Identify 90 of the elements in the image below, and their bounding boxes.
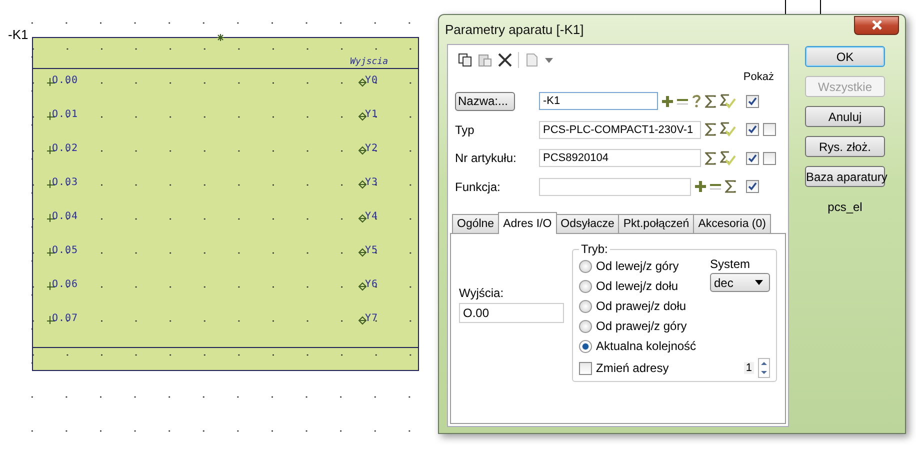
radio-button[interactable] [579,300,592,312]
close-icon [870,20,882,30]
text-field[interactable]: PCS8920104 [539,149,701,168]
radio-label: Od lewej/z góry [596,259,679,273]
delete-icon[interactable] [498,53,512,67]
pin-label: O.03 [52,176,78,188]
group-legend: Tryb: [579,242,610,256]
copy-icon[interactable] [458,53,472,67]
outputs-label: Wyjścia: [459,286,505,300]
text-field[interactable]: PCS-PLC-COMPACT1-230V-1 [539,120,701,139]
window-title: Parametry aparatu [-K1] [445,22,585,37]
radio-label: Aktualna kolejność [596,339,696,353]
pin-label: O.05 [52,244,78,256]
pin-label: Y7 [364,312,378,324]
caret-icon [755,280,763,285]
dialog-button[interactable]: Anuluj [805,106,885,127]
plus-icon[interactable] [695,181,706,192]
device-label: -K1 [8,28,28,41]
checkbox[interactable] [746,152,759,165]
pin-label: O.00 [52,74,78,86]
radio-label: Od prawej/z góry [596,319,687,333]
tab[interactable]: Ogólne [452,214,500,233]
library-label: pcs_el [828,200,862,214]
sum-check-icon[interactable] [720,150,736,166]
name-button[interactable]: Nazwa:... [455,92,515,111]
field-label: Typ [455,122,474,137]
checkbox-label: Zmień adresy [596,361,669,375]
paste-icon[interactable] [478,53,492,67]
pin-label: Y3 [364,176,378,188]
pin-label: Y5 [364,244,378,256]
dropdown-caret-icon[interactable] [545,58,553,62]
terminal-icon [358,146,367,155]
sum-icon[interactable] [725,180,736,194]
checkbox[interactable] [746,180,759,194]
field-label: Nr artykułu: [455,151,516,166]
radio-label: Od lewej/z dołu [596,279,678,293]
pin-label: O.01 [52,108,78,120]
help-icon[interactable] [692,94,701,108]
terminal-icon [358,282,367,291]
radio-button[interactable] [579,260,592,272]
checkbox[interactable] [579,362,592,374]
pin-label: Y4 [364,210,378,222]
radio-button[interactable] [579,340,592,352]
tab[interactable]: Adres I/O [498,212,557,234]
radio-button[interactable] [579,280,592,292]
pin-label: Y2 [364,142,378,154]
dialog-button[interactable]: OK [805,46,885,67]
step-value: 1 [744,362,754,374]
checkbox[interactable] [763,152,776,165]
spin-buttons[interactable] [758,358,770,378]
sum-check-icon[interactable] [720,94,736,109]
connection-mark-icon [217,34,224,41]
tab[interactable]: Akcesoria (0) [693,214,771,233]
text-field[interactable]: -K1 [539,92,658,110]
text-field[interactable] [539,178,691,196]
system-label: System [710,257,752,271]
sum-check-icon[interactable] [720,122,736,138]
system-dropdown[interactable]: dec [710,273,770,292]
close-button[interactable] [854,16,899,34]
dialog-button[interactable]: Rys. złoż. [805,136,885,157]
checkbox[interactable] [746,123,759,136]
pin-label: Y1 [364,108,378,120]
field-label: Funkcja: [455,180,500,194]
dialog-button[interactable]: Baza aparatury [805,166,885,187]
pin-label: O.04 [52,210,78,222]
block-header: Wyjscia [350,56,388,67]
terminal-icon [358,112,367,121]
sum-icon[interactable] [705,94,716,108]
terminal-icon [358,180,367,189]
terminal-icon [358,316,367,325]
pin-label: Y6 [364,278,378,290]
plus-icon[interactable] [662,96,673,107]
tab[interactable]: Pkt.połączeń [618,214,694,233]
pin-label: O.02 [52,142,78,154]
show-header: Pokaż [743,71,774,83]
checkbox[interactable] [763,123,776,136]
tab[interactable]: Odsyłacze [556,214,620,233]
minus-icon[interactable] [710,181,721,192]
checkbox[interactable] [746,94,759,108]
pin-label: O.06 [52,278,78,290]
radio-label: Od prawej/z dołu [596,299,686,313]
terminal-icon [358,248,367,257]
pin-label: O.07 [52,312,78,324]
sum-icon[interactable] [705,123,716,136]
pin-label: Y0 [364,74,378,86]
terminal-icon [358,78,367,87]
sum-icon[interactable] [705,152,716,165]
outputs-field[interactable]: O.00 [459,303,564,323]
terminal-icon [358,214,367,223]
radio-button[interactable] [579,320,592,332]
